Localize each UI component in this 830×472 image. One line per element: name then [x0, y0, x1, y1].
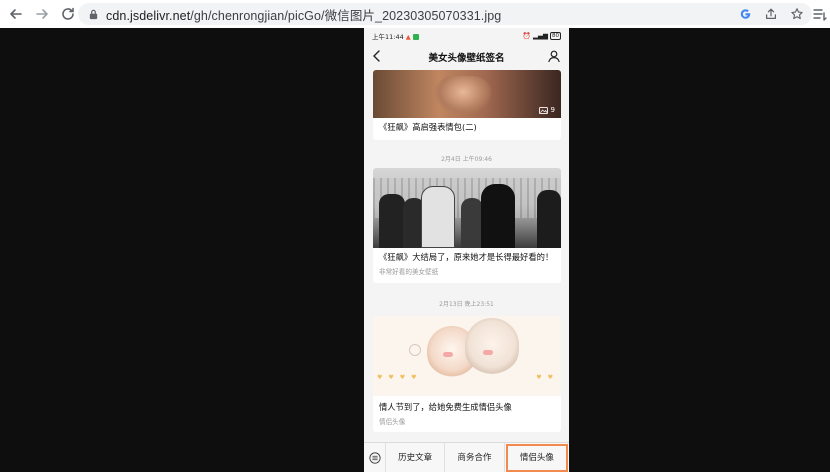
url-text: cdn.jsdelivr.net/gh/chenrongjian/picGo/微… — [106, 5, 501, 24]
keyboard-icon — [368, 451, 381, 464]
article-feed: 9 《狂飙》高启强表情包(二) 2月4日 上午09:46 《狂飙》大结局了，原来… — [364, 70, 569, 444]
url-path: /gh/chenrongjian/picGo/微信图片_202303050703… — [190, 8, 502, 23]
address-bar[interactable]: cdn.jsdelivr.net/gh/chenrongjian/picGo/微… — [78, 3, 812, 25]
menu-item-history[interactable]: 历史文章 — [386, 442, 446, 472]
article-subtitle: 非常好看的美女壁纸 — [379, 268, 439, 276]
article-title: 《狂飙》大结局了，原来她才是长得最好看的！ — [379, 252, 554, 262]
article-subtitle: 情侣头像 — [379, 418, 406, 426]
forward-button[interactable] — [30, 2, 54, 26]
message-timestamp: 2月4日 上午09:46 — [441, 156, 492, 163]
article-title: 情人节到了，给她免费生成情侣头像 — [379, 402, 512, 412]
wechat-app-icon — [412, 34, 419, 40]
bottom-menu-bar: 历史文章 商务合作 情侣头像 — [364, 442, 569, 472]
message-timestamp: 2月13日 晚上23:51 — [439, 301, 494, 308]
reload-button[interactable] — [56, 2, 80, 26]
keyboard-toggle-button[interactable] — [364, 442, 386, 472]
phone-screenshot: 上午11:44 ▲ ⏰ ▂▄▆ 80 美女头像壁纸签名 9 《狂飙》高启强表情包(… — [364, 28, 569, 472]
share-icon[interactable] — [762, 5, 780, 23]
profile-icon[interactable] — [547, 49, 561, 63]
status-time: 上午11:44 ▲ — [372, 31, 419, 41]
menu-item-couple-avatar[interactable]: 情侣头像 — [505, 443, 568, 472]
status-icons: ⏰ ▂▄▆ 80 — [523, 32, 561, 40]
signal-icon: ▂▄▆ — [533, 32, 548, 40]
image-count: 9 — [538, 106, 555, 114]
reading-list-icon[interactable] — [812, 6, 828, 22]
google-translate-icon[interactable] — [736, 5, 754, 23]
back-button[interactable] — [4, 2, 28, 26]
page-title: 美女头像壁纸签名 — [428, 53, 505, 64]
browser-toolbar: cdn.jsdelivr.net/gh/chenrongjian/picGo/微… — [0, 0, 830, 28]
article-card[interactable]: ♥♥♥♥ ♥♥ 情人节到了，给她免费生成情侣头像 情侣头像 — [373, 316, 561, 432]
arrow-right-icon — [36, 9, 48, 19]
lock-icon[interactable] — [86, 7, 100, 21]
url-host: cdn.jsdelivr.net — [106, 8, 191, 23]
article-titlebar: 美女头像壁纸签名 — [364, 44, 569, 70]
reload-icon — [62, 7, 74, 20]
article-card[interactable]: 《狂飙》大结局了，原来她才是长得最好看的！ 非常好看的美女壁纸 — [373, 168, 561, 283]
article-cover-image — [373, 168, 561, 248]
arrow-left-icon — [10, 9, 22, 19]
article-cover-image: 9 — [373, 70, 561, 118]
back-arrow-icon[interactable] — [370, 49, 384, 63]
gallery-icon — [538, 106, 548, 114]
bookmark-star-icon[interactable] — [788, 5, 806, 23]
status-bar: 上午11:44 ▲ ⏰ ▂▄▆ 80 — [364, 28, 569, 44]
menu-item-business[interactable]: 商务合作 — [445, 442, 505, 472]
article-title: 《狂飙》高启强表情包(二) — [379, 122, 477, 132]
article-cover-image: ♥♥♥♥ ♥♥ — [373, 316, 561, 396]
article-card[interactable]: 9 《狂飙》高启强表情包(二) — [373, 70, 561, 140]
battery-icon: 80 — [550, 32, 561, 40]
alarm-icon: ⏰ — [522, 32, 531, 40]
